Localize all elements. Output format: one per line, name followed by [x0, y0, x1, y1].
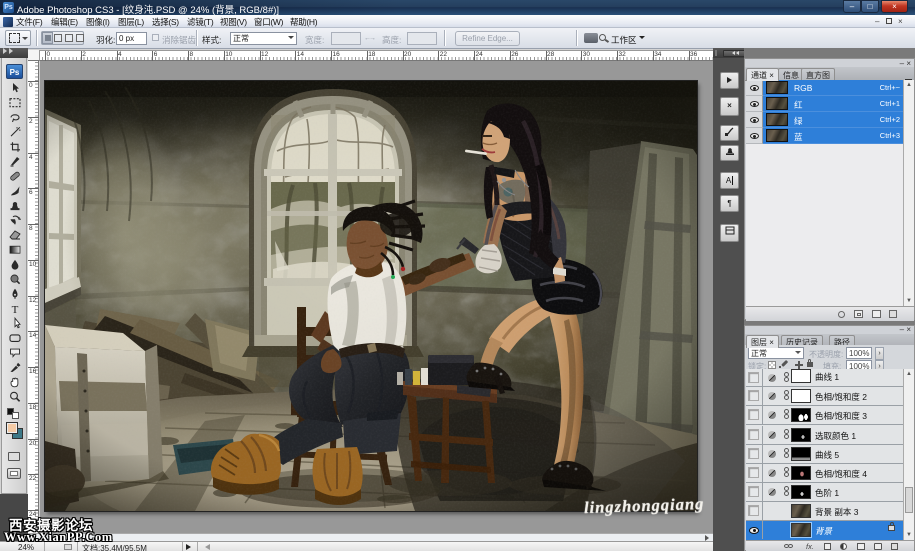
svg-text:T: T: [12, 304, 19, 316]
